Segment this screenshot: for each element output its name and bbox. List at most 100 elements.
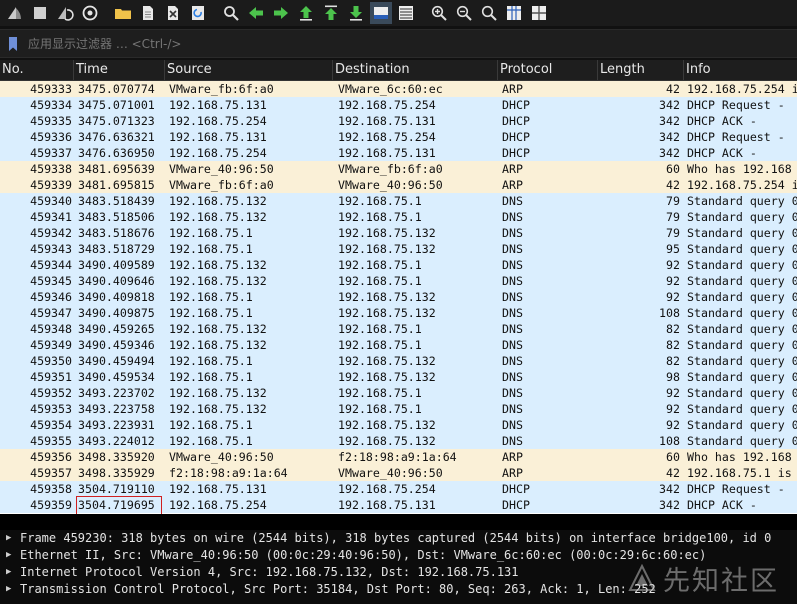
packet-row[interactable]: 459352 3493.223702 192.168.75.132 192.168.7… bbox=[0, 385, 797, 401]
packet-no: 459352 bbox=[30, 386, 72, 400]
packet-time: 3504.719110 bbox=[78, 482, 155, 496]
packet-source: 192.168.75.131 bbox=[169, 130, 267, 144]
packet-source: 192.168.75.132 bbox=[169, 402, 267, 416]
packet-row[interactable]: 459356 3498.335920 VMware_40:96:50 f2:18:98… bbox=[0, 449, 797, 465]
go-back-icon[interactable] bbox=[245, 2, 267, 24]
packet-time: 3490.459534 bbox=[78, 370, 155, 384]
packet-no: 459353 bbox=[30, 402, 72, 416]
go-last-icon[interactable] bbox=[345, 2, 367, 24]
packet-row[interactable]: 459355 3493.224012 192.168.75.1 192.168.75.… bbox=[0, 433, 797, 449]
packet-length: 79 bbox=[666, 194, 680, 208]
packet-time: 3498.335929 bbox=[78, 466, 155, 480]
packet-destination: 192.168.75.1 bbox=[338, 386, 422, 400]
main-toolbar bbox=[0, 0, 797, 26]
packet-row[interactable]: 459336 3476.636321 192.168.75.131 192.168.7… bbox=[0, 129, 797, 145]
packet-row[interactable]: 459358 3504.719110 192.168.75.131 192.168.7… bbox=[0, 481, 797, 497]
packet-destination: 192.168.75.132 bbox=[338, 354, 436, 368]
reload-icon[interactable] bbox=[187, 2, 209, 24]
column-no[interactable]: No. bbox=[0, 60, 74, 80]
packet-length: 342 bbox=[659, 146, 680, 160]
go-forward-icon[interactable] bbox=[270, 2, 292, 24]
packet-row[interactable]: 459338 3481.695639 VMware_40:96:50 VMware_f… bbox=[0, 161, 797, 177]
display-filter-input[interactable] bbox=[24, 32, 797, 55]
capture-options-icon[interactable] bbox=[79, 2, 101, 24]
close-file-icon[interactable] bbox=[162, 2, 184, 24]
zoom-out-icon[interactable] bbox=[453, 2, 475, 24]
autoscroll-icon[interactable] bbox=[370, 2, 392, 24]
packet-info: DHCP ACK - bbox=[687, 498, 757, 512]
restart-fin-icon[interactable] bbox=[54, 2, 76, 24]
expand-arrow-icon[interactable]: ▶ bbox=[6, 547, 20, 564]
packet-row[interactable]: 459351 3490.459534 192.168.75.1 192.168.75.… bbox=[0, 369, 797, 385]
packet-no: 459337 bbox=[30, 146, 72, 160]
packet-row[interactable]: 459339 3481.695815 VMware_fb:6f:a0 VMware_4… bbox=[0, 177, 797, 193]
packet-row[interactable]: 459333 3475.070774 VMware_fb:6f:a0 VMware_6… bbox=[0, 81, 797, 97]
packet-row[interactable]: 459354 3493.223931 192.168.75.1 192.168.75.… bbox=[0, 417, 797, 433]
go-first-icon[interactable] bbox=[320, 2, 342, 24]
packet-row[interactable]: 459334 3475.071001 192.168.75.131 192.168.7… bbox=[0, 97, 797, 113]
packet-length: 82 bbox=[666, 354, 680, 368]
stop-square-icon[interactable] bbox=[29, 2, 51, 24]
packet-row[interactable]: 459348 3490.459265 192.168.75.132 192.168.7… bbox=[0, 321, 797, 337]
packet-no: 459351 bbox=[30, 370, 72, 384]
packet-row[interactable]: 459345 3490.409646 192.168.75.132 192.168.7… bbox=[0, 273, 797, 289]
packet-row[interactable]: 459343 3483.518729 192.168.75.1 192.168.75.… bbox=[0, 241, 797, 257]
packet-row[interactable]: 459344 3490.409589 192.168.75.132 192.168.7… bbox=[0, 257, 797, 273]
detail-row-frame[interactable]: ▶ Frame 459230: 318 bytes on wire (2544 … bbox=[0, 530, 797, 547]
column-source[interactable]: Source bbox=[165, 60, 333, 80]
packet-source: 192.168.75.132 bbox=[169, 194, 267, 208]
watermark-text: 先知社区 bbox=[663, 566, 779, 597]
packet-row[interactable]: 459357 3498.335929 f2:18:98:a9:1a:64 VMware… bbox=[0, 465, 797, 481]
find-icon[interactable] bbox=[220, 2, 242, 24]
packet-row[interactable]: 459350 3490.459494 192.168.75.1 192.168.75.… bbox=[0, 353, 797, 369]
packet-row[interactable]: 459340 3483.518439 192.168.75.132 192.168.7… bbox=[0, 193, 797, 209]
packet-info: DHCP Request - bbox=[687, 98, 785, 112]
packet-protocol: DNS bbox=[502, 370, 523, 384]
packet-row[interactable]: 459342 3483.518676 192.168.75.1 192.168.75.… bbox=[0, 225, 797, 241]
packet-destination: 192.168.75.132 bbox=[338, 242, 436, 256]
packet-row[interactable]: 459341 3483.518506 192.168.75.132 192.168.7… bbox=[0, 209, 797, 225]
column-destination[interactable]: Destination bbox=[333, 60, 498, 80]
zoom-normal-icon[interactable] bbox=[478, 2, 500, 24]
go-to-packet-icon[interactable] bbox=[295, 2, 317, 24]
resize-columns-icon[interactable] bbox=[503, 2, 525, 24]
expand-arrow-icon[interactable]: ▶ bbox=[6, 530, 20, 547]
packet-time: 3490.459494 bbox=[78, 354, 155, 368]
packet-row[interactable]: 459335 3475.071323 192.168.75.254 192.168.7… bbox=[0, 113, 797, 129]
packet-row[interactable]: 459337 3476.636950 192.168.75.254 192.168.7… bbox=[0, 145, 797, 161]
packet-time: 3475.071323 bbox=[78, 114, 155, 128]
packet-length: 342 bbox=[659, 482, 680, 496]
packet-row[interactable]: 459349 3490.459346 192.168.75.132 192.168.7… bbox=[0, 337, 797, 353]
expand-arrow-icon[interactable]: ▶ bbox=[6, 564, 20, 581]
packet-length: 95 bbox=[666, 242, 680, 256]
open-folder-icon[interactable] bbox=[112, 2, 134, 24]
packet-no: 459355 bbox=[30, 434, 72, 448]
packet-info: DHCP ACK - bbox=[687, 114, 757, 128]
pane-splitter[interactable] bbox=[0, 514, 797, 530]
file-icon[interactable] bbox=[137, 2, 159, 24]
layout-icon[interactable] bbox=[528, 2, 550, 24]
packet-row[interactable]: 459359 3504.719695 192.168.75.254 192.168.7… bbox=[0, 497, 797, 513]
packet-source: 192.168.75.131 bbox=[169, 482, 267, 496]
packet-time: 3504.719695 bbox=[78, 498, 155, 512]
expand-arrow-icon[interactable]: ▶ bbox=[6, 581, 20, 598]
column-length[interactable]: Length bbox=[598, 60, 684, 80]
column-info[interactable]: Info bbox=[684, 60, 797, 80]
packet-info: Who has 192.168 bbox=[687, 450, 792, 464]
packet-row[interactable]: 459353 3493.223758 192.168.75.132 192.168.7… bbox=[0, 401, 797, 417]
shark-fin-start-icon[interactable] bbox=[4, 2, 26, 24]
packet-no: 459345 bbox=[30, 274, 72, 288]
packet-destination: VMware_40:96:50 bbox=[338, 466, 443, 480]
packet-info: Standard query 0 bbox=[687, 194, 797, 208]
column-protocol[interactable]: Protocol bbox=[498, 60, 598, 80]
packet-row[interactable]: 459346 3490.409818 192.168.75.1 192.168.75.… bbox=[0, 289, 797, 305]
column-time[interactable]: Time bbox=[74, 60, 165, 80]
packet-row[interactable]: 459347 3490.409875 192.168.75.1 192.168.75.… bbox=[0, 305, 797, 321]
packet-source: 192.168.75.1 bbox=[169, 306, 253, 320]
bookmark-icon[interactable] bbox=[4, 33, 22, 55]
packet-info: Standard query 0 bbox=[687, 226, 797, 240]
colorize-icon[interactable] bbox=[395, 2, 417, 24]
packet-no: 459341 bbox=[30, 210, 72, 224]
zoom-in-icon[interactable] bbox=[428, 2, 450, 24]
packet-info: DHCP Request - bbox=[687, 130, 785, 144]
